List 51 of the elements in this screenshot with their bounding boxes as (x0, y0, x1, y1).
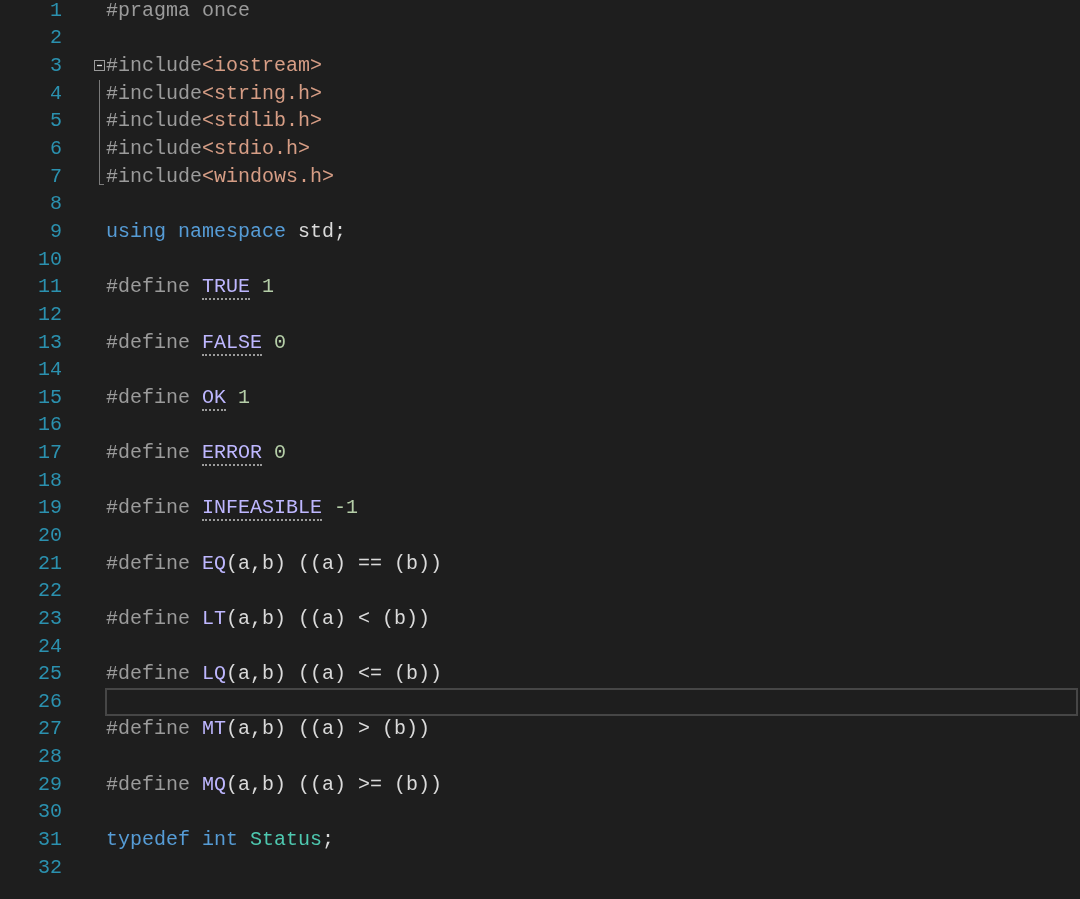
line-number: 22 (37, 578, 62, 605)
line-number: 7 (49, 163, 62, 190)
code-line: typedef int Status; (106, 827, 335, 854)
line-number: 1 (49, 0, 62, 24)
line-number: 29 (37, 771, 62, 798)
code-line: #define MQ(a,b) ((a) >= (b)) (106, 771, 443, 798)
line-number: 2 (49, 25, 62, 52)
line-number: 21 (37, 550, 62, 577)
code-line: #define FALSE 0 (106, 329, 287, 358)
line-number: 32 (37, 854, 62, 881)
code-line: using namespace std; (106, 218, 347, 245)
line-number: 17 (37, 440, 62, 467)
code-line: #include<stdio.h> (106, 136, 311, 163)
line-number: 30 (37, 799, 62, 826)
line-number: 24 (37, 633, 62, 660)
code-line: #include<stdlib.h> (106, 108, 323, 135)
line-number: 10 (37, 246, 62, 273)
code-line: #define INFEASIBLE -1 (106, 495, 359, 524)
line-number: 4 (49, 80, 62, 107)
line-number: 15 (37, 384, 62, 411)
code-line: #define LQ(a,b) ((a) <= (b)) (106, 661, 443, 688)
line-number: 18 (37, 467, 62, 494)
line-number: 9 (49, 218, 62, 245)
code-line: #pragma once (106, 0, 251, 24)
code-line: #define EQ(a,b) ((a) == (b)) (106, 550, 443, 577)
line-number: 19 (37, 495, 62, 522)
code-line: #define MT(a,b) ((a) > (b)) (106, 716, 431, 743)
line-number: 8 (49, 191, 62, 218)
line-number: 20 (37, 523, 62, 549)
code-line: #define LT(a,b) ((a) < (b)) (106, 605, 431, 632)
line-number: 6 (49, 136, 62, 163)
line-number: 25 (37, 661, 62, 688)
code-line: #define TRUE 1 (106, 274, 275, 303)
line-number: 11 (37, 274, 62, 301)
line-number: 3 (49, 53, 62, 80)
line-number: 12 (37, 301, 62, 328)
line-number: 31 (37, 827, 62, 854)
code-line: #include<iostream> (106, 53, 323, 80)
code-line: #include<string.h> (106, 80, 323, 107)
code-line: #define OK 1 (106, 384, 251, 413)
code-line: #include<windows.h> (106, 163, 335, 190)
line-number: 27 (37, 716, 62, 743)
line-number: 14 (37, 357, 62, 384)
line-number: 5 (49, 108, 62, 135)
line-number: 13 (37, 329, 62, 356)
line-number: 16 (37, 412, 62, 439)
collapse-icon[interactable] (94, 60, 105, 72)
line-number: 26 (37, 688, 62, 715)
code-line: #define ERROR 0 (106, 440, 287, 469)
line-number: 23 (37, 605, 62, 632)
line-number: 28 (37, 744, 62, 771)
